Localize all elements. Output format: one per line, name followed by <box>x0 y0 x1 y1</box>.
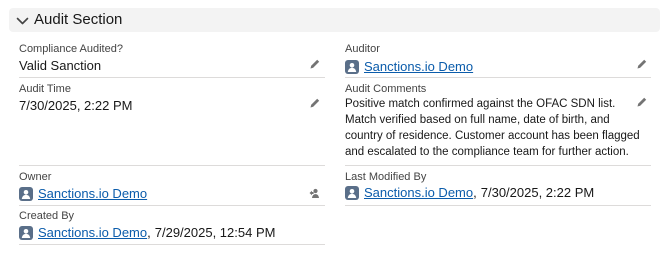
pencil-icon[interactable] <box>636 58 648 70</box>
divider <box>345 205 651 206</box>
owner-link[interactable]: Sanctions.io Demo <box>38 186 147 202</box>
field-label: Compliance Audited? <box>19 43 123 55</box>
user-avatar-icon <box>19 187 33 201</box>
field-created-by: Created By Sanctions.io Demo , 7/29/2025… <box>19 210 325 246</box>
field-label: Audit Time <box>19 83 71 95</box>
divider <box>19 165 325 166</box>
divider <box>19 77 325 78</box>
section-title: Audit Section <box>34 11 123 28</box>
divider <box>345 165 651 166</box>
last-modified-date: 7/30/2025, 2:22 PM <box>480 185 595 200</box>
field-value: Valid Sanction <box>19 58 102 73</box>
field-auditor: Auditor Sanctions.io Demo <box>345 43 651 79</box>
field-label: Last Modified By <box>345 171 427 183</box>
comment-line: country of residence. Customer account h… <box>345 130 640 142</box>
divider <box>345 77 651 78</box>
created-by-user: Sanctions.io Demo , 7/29/2025, 12:54 PM <box>19 225 275 241</box>
field-label: Audit Comments <box>345 83 427 95</box>
user-avatar-icon <box>345 60 359 74</box>
field-label: Owner <box>19 171 52 183</box>
chevron-down-icon[interactable] <box>16 14 29 26</box>
audit-comments-text: Positive match confirmed against the OFA… <box>345 96 645 160</box>
comment-line: Match verified based on full name, date … <box>345 114 610 126</box>
auditor-user: Sanctions.io Demo <box>345 59 473 75</box>
separator: , <box>147 225 151 240</box>
field-owner: Owner Sanctions.io Demo <box>19 171 325 207</box>
comment-line: Positive match confirmed against the OFA… <box>345 98 616 110</box>
last-modified-link[interactable]: Sanctions.io Demo <box>364 185 473 201</box>
comment-line: and escalated to the compliance team for… <box>345 146 629 158</box>
divider <box>19 205 325 206</box>
separator: , <box>473 185 477 200</box>
pencil-icon[interactable] <box>309 58 321 70</box>
field-audit-time: Audit Time 7/30/2025, 2:22 PM <box>19 83 325 167</box>
last-modified-user: Sanctions.io Demo , 7/30/2025, 2:22 PM <box>345 185 594 201</box>
field-compliance-audited: Compliance Audited? Valid Sanction <box>19 43 325 79</box>
user-avatar-icon <box>19 226 33 240</box>
field-last-modified-by: Last Modified By Sanctions.io Demo , 7/3… <box>345 171 651 207</box>
created-date: 7/29/2025, 12:54 PM <box>154 225 276 240</box>
audit-section-header[interactable]: Audit Section <box>9 8 660 32</box>
change-owner-icon[interactable] <box>309 187 321 199</box>
owner-user: Sanctions.io Demo <box>19 186 147 202</box>
field-label: Created By <box>19 210 75 222</box>
auditor-link[interactable]: Sanctions.io Demo <box>364 59 473 75</box>
field-audit-comments: Audit Comments Positive match confirmed … <box>345 83 651 167</box>
pencil-icon[interactable] <box>636 96 648 108</box>
created-by-link[interactable]: Sanctions.io Demo <box>38 225 147 241</box>
field-label: Auditor <box>345 43 380 55</box>
field-value: 7/30/2025, 2:22 PM <box>19 98 133 113</box>
pencil-icon[interactable] <box>309 97 321 109</box>
user-avatar-icon <box>345 186 359 200</box>
divider <box>19 244 325 245</box>
